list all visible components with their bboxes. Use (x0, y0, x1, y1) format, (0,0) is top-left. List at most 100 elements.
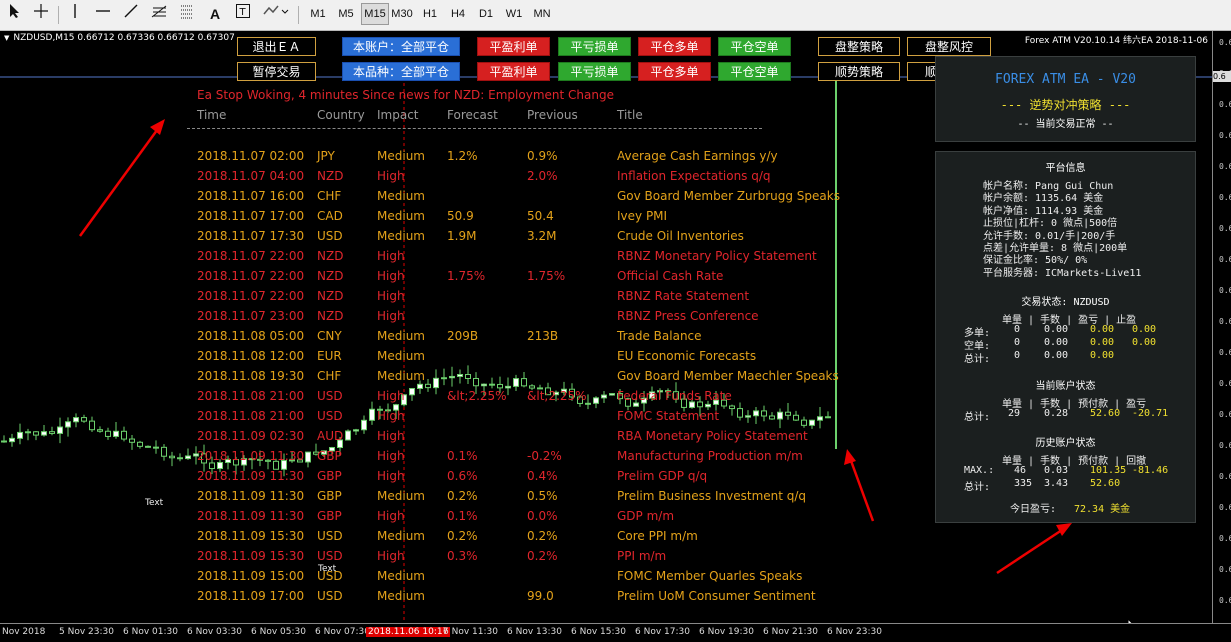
news-country: USD (317, 389, 343, 403)
timeframe-m1[interactable]: M1 (305, 3, 331, 25)
close-profit-orders-button[interactable]: 平盈利单 (477, 37, 550, 56)
history-margin: 101.35 (1090, 465, 1127, 476)
time-label: Nov 2018 (2, 627, 46, 637)
close-profit-orders-button[interactable]: 平盈利单 (477, 62, 550, 81)
timeframe-w1[interactable]: W1 (501, 3, 527, 25)
candle (809, 419, 815, 429)
time-label: 6 Nov 23:30 (827, 627, 882, 637)
candle (145, 445, 151, 448)
timeframe-mn[interactable]: MN (529, 3, 555, 25)
ea-trade-status: -- 当前交易正常 -- (1017, 119, 1114, 130)
trendline-icon[interactable] (120, 3, 142, 25)
news-forecast: 1.75% (447, 269, 486, 283)
fibonacci-icon[interactable] (148, 3, 170, 25)
news-forecast: 0.2% (447, 529, 478, 543)
timeframe-m5[interactable]: M5 (333, 3, 359, 25)
arrows-icon[interactable] (260, 3, 290, 25)
news-country: USD (317, 529, 343, 543)
close-all-account-button[interactable]: 本账户：全部平仓 (342, 37, 460, 56)
close-buy-orders-button[interactable]: 平仓多单 (638, 62, 711, 81)
header-impact: Impact (377, 108, 419, 122)
candle (97, 426, 103, 433)
price-chart[interactable]: Text Text ▼ NZDUSD,M15 0.66712 0.67336 0.6… (0, 31, 1212, 623)
timeframe-m15[interactable]: M15 (361, 3, 389, 25)
news-warning: Ea Stop Woking, 4 minutes Since news for… (197, 88, 614, 102)
candle (369, 401, 375, 425)
time-label: 6 Nov 13:30 (507, 627, 562, 637)
close-loss-orders-button[interactable]: 平亏损单 (558, 62, 631, 81)
candle (153, 440, 159, 454)
horizontal-line-icon[interactable] (92, 3, 114, 25)
crosshair-icon[interactable] (30, 3, 52, 25)
history-label: MAX.: (964, 465, 995, 476)
platform-info-title: 平台信息 (1045, 163, 1086, 174)
candle (41, 424, 47, 437)
news-country: USD (317, 229, 343, 243)
time-axis[interactable]: Nov 2018 5 Nov 23:30 6 Nov 01:30 6 Nov 03:3… (0, 623, 1231, 642)
history-count: 46 (1014, 465, 1027, 476)
news-time: 2018.11.09 11:30 (197, 449, 305, 463)
news-title: Federal Funds Rate (617, 389, 732, 403)
account-table-header: 单量 | 手数 | 预付款 | 盈亏 (1002, 399, 1147, 410)
vertical-line-icon[interactable] (64, 3, 86, 25)
pause-trading-button[interactable]: 暂停交易 (237, 62, 316, 81)
text-icon[interactable]: A (204, 3, 226, 25)
today-pnl-label: 今日盈亏: (1010, 504, 1057, 515)
svg-text:T: T (239, 7, 247, 18)
price-label: 0.6 (1219, 348, 1231, 357)
account-status-title: 当前账户状态 (1035, 381, 1096, 392)
trend-strategy-button[interactable]: 顺势策略 (818, 62, 900, 81)
news-country: AUD (317, 429, 344, 443)
candle (745, 410, 751, 423)
news-impact: High (377, 509, 405, 523)
timeframe-m30[interactable]: M30 (389, 3, 415, 25)
news-time: 2018.11.09 11:30 (197, 509, 305, 523)
header-forecast: Forecast (447, 108, 498, 122)
account-row-margin: 52.60 (1090, 408, 1121, 419)
candle (729, 404, 735, 416)
news-impact: Medium (377, 349, 425, 363)
news-country: GBP (317, 469, 342, 483)
news-previous: 50.4 (527, 209, 554, 223)
grid-icon[interactable] (176, 3, 198, 25)
history-dd: -81.46 (1132, 465, 1169, 476)
range-risk-button[interactable]: 盘整风控 (907, 37, 991, 56)
text-label-icon[interactable]: T (232, 3, 254, 25)
time-label: 6 Nov 15:30 (571, 627, 626, 637)
price-label: 0.6 (1219, 379, 1231, 388)
candle (89, 416, 95, 433)
news-title: Crude Oil Inventories (617, 229, 744, 243)
news-title: Prelim Business Investment q/q (617, 489, 807, 503)
timeframe-h1[interactable]: H1 (417, 3, 443, 25)
news-impact: High (377, 549, 405, 563)
close-sell-orders-button[interactable]: 平仓空单 (718, 37, 791, 56)
price-label: 0.6 (1219, 503, 1231, 512)
candle (33, 431, 39, 441)
candle (25, 428, 31, 441)
price-label: 0.6 (1219, 317, 1231, 326)
news-country: CNY (317, 329, 342, 343)
timeframe-d1[interactable]: D1 (473, 3, 499, 25)
range-strategy-button[interactable]: 盘整策略 (818, 37, 900, 56)
price-scale[interactable]: 0.6 0.6 0.6 0.6 0.6 0.6 0.6 0.6 0.6 0.6 0.6 0.6 0.6 0… (1212, 31, 1231, 623)
news-country: NZD (317, 249, 344, 263)
time-label: 6 Nov 19:30 (699, 627, 754, 637)
candle (601, 391, 607, 403)
candle (113, 422, 119, 439)
price-label: 0.6 (1219, 193, 1231, 202)
close-all-symbol-button[interactable]: 本品种：全部平仓 (342, 62, 460, 81)
close-buy-orders-button[interactable]: 平仓多单 (638, 37, 711, 56)
history-lots: 0.03 (1044, 465, 1069, 476)
news-time: 2018.11.07 22:00 (197, 249, 305, 263)
close-sell-orders-button[interactable]: 平仓空单 (718, 62, 791, 81)
exit-ea-button[interactable]: 退出ＥＡ (237, 37, 316, 56)
news-impact: Medium (377, 149, 425, 163)
account-row-count: 29 (1008, 408, 1021, 419)
cursor-icon[interactable] (4, 3, 26, 25)
close-loss-orders-button[interactable]: 平亏损单 (558, 37, 631, 56)
news-time: 2018.11.07 02:00 (197, 149, 305, 163)
candle (81, 414, 87, 423)
candle (753, 407, 759, 424)
timeframe-h4[interactable]: H4 (445, 3, 471, 25)
candle (737, 402, 743, 421)
